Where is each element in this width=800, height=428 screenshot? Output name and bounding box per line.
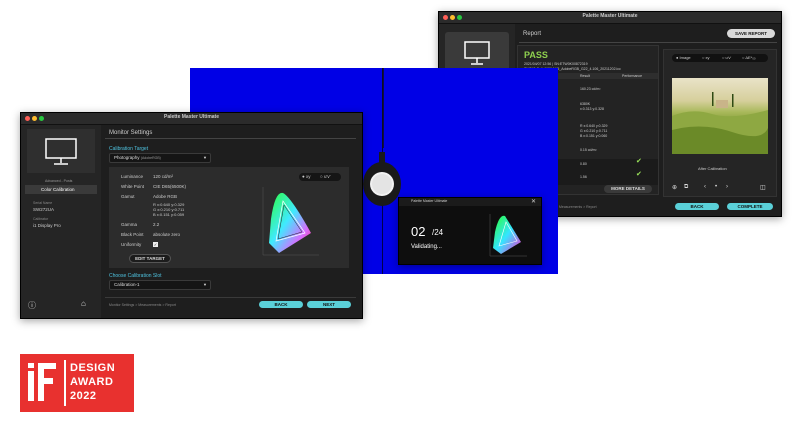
- report-header: Report: [523, 31, 542, 37]
- home-icon[interactable]: ⌂: [81, 299, 86, 308]
- info-icon[interactable]: ⓘ: [28, 300, 36, 311]
- colorimeter-device-icon: [362, 148, 402, 208]
- white-point-label: White Point: [121, 184, 145, 189]
- uniformity-label: Uniformity: [121, 242, 142, 247]
- gamut-label: Gamut: [121, 194, 135, 199]
- divider: [519, 42, 777, 43]
- tab-uv[interactable]: ○ u'v': [722, 55, 731, 60]
- award-line-3: 2022: [70, 390, 97, 402]
- mini-gamut-chart: [489, 214, 527, 257]
- luminance-label: Luminance: [121, 174, 144, 179]
- progress-current: 02: [411, 224, 426, 239]
- window-title: Palette Master Ultimate: [163, 114, 220, 120]
- monitor-thumb: [27, 129, 95, 173]
- split-view-icon[interactable]: ◫: [760, 184, 766, 191]
- calibration-target-select[interactable]: Photography (AdobeRGB) ▼: [109, 153, 211, 163]
- cie-gamut-diagram: [262, 187, 319, 256]
- validation-window: Palette Master Ultimate ✕ 02 /24 Validat…: [398, 197, 542, 265]
- if-logo-mark: iF: [26, 360, 60, 406]
- row-gamut-r: R x:0.640 y:0.329: [580, 124, 608, 128]
- target-details-panel: Luminance 120 cd/m² White Point CIE D65(…: [109, 167, 349, 268]
- award-line-2: AWARD: [70, 376, 114, 388]
- compare-icon[interactable]: ⧉: [684, 184, 688, 191]
- landscape-image: [672, 78, 768, 154]
- monitor-icon: [45, 138, 77, 165]
- window-title: Palette Master Ultimate: [582, 13, 638, 19]
- complete-button[interactable]: COMPLETE: [727, 203, 773, 210]
- after-calibration-label: After Calibration: [698, 166, 727, 171]
- chevron-down-icon: ▼: [203, 282, 207, 287]
- titlebar: Palette Master Ultimate: [21, 113, 362, 125]
- tab-delta-e[interactable]: ○ ΔE*₀₀: [742, 55, 756, 60]
- validating-status: Validating...: [411, 244, 442, 250]
- col-performance: Performance: [622, 74, 643, 78]
- breadcrumb: Monitor Settings > Measurements > Report: [109, 303, 176, 307]
- calibration-target-label: Calibration Target: [109, 146, 149, 152]
- preview-panel: ● Image ○ xy ○ u'v' ○ ΔE*₀₀ After Calibr…: [663, 49, 777, 197]
- breadcrumb: Measurements > Report: [559, 205, 597, 209]
- calibration-slot-label: Choose Calibration Slot: [109, 273, 162, 279]
- sidebar-subtitle: Advanced - Posts: [45, 179, 73, 183]
- page-dot-icon: •: [715, 184, 718, 190]
- tab-xy[interactable]: ○ xy: [702, 55, 710, 60]
- black-point-value: absolute zero: [153, 232, 181, 237]
- gamma-label: Gamma: [121, 222, 138, 227]
- more-details-button[interactable]: MORE DETAILS: [604, 185, 652, 193]
- calibration-slot-select[interactable]: Calibration-1 ▼: [109, 280, 211, 290]
- titlebar: Palette Master Ultimate: [439, 12, 781, 24]
- luminance-value: 120 cd/m²: [153, 174, 174, 179]
- popup-title: Palette Master Ultimate: [411, 199, 448, 203]
- row-white-b: x:0.313 y:0.328: [580, 107, 604, 111]
- pass-check-icon-1: ✔: [636, 158, 642, 165]
- info-line-1: 2021/04/07 12:56 | SN:ETW0K00872319: [524, 62, 588, 66]
- sidebar: Advanced - Posts Color Calibration Seria…: [21, 125, 101, 318]
- sidebar-item-label: Color Calibration: [41, 187, 75, 192]
- model-label: Serial Name: [33, 201, 53, 205]
- gamut-value: Adobe RGB: [153, 194, 178, 199]
- black-point-label: Black Point: [121, 232, 144, 237]
- gamma-value: 2.2: [153, 222, 160, 227]
- row-white-a: 6380K: [580, 102, 591, 106]
- pass-label: PASS: [524, 50, 548, 60]
- page-title: Monitor Settings: [109, 130, 153, 136]
- back-button[interactable]: BACK: [259, 301, 303, 308]
- progress-total: /24: [432, 228, 444, 237]
- white-point-value: CIE D65(6500K): [153, 184, 187, 189]
- model-value: SW272UA: [33, 207, 55, 212]
- row-black: 0.15 cd/m²: [580, 148, 597, 152]
- calibrator-label: Calibrator: [33, 217, 49, 221]
- divider: [105, 138, 356, 139]
- back-button[interactable]: BACK: [675, 203, 719, 210]
- zoom-in-icon[interactable]: ⊕: [672, 184, 677, 191]
- col-result: Result: [580, 74, 590, 78]
- prev-arrow-icon[interactable]: ‹: [704, 184, 706, 190]
- row-gamut-g: G x:0.210 y:0.711: [580, 129, 608, 133]
- row-gamut-b: B x:0.151 y:0.060: [580, 134, 608, 138]
- edit-target-button[interactable]: EDIT TARGET: [129, 254, 171, 263]
- row-de-1: 0.80: [580, 162, 587, 166]
- row-luminance: 160.23 cd/m²: [580, 87, 601, 91]
- toggle-uv[interactable]: ○ u'v': [320, 174, 330, 179]
- award-line-1: DESIGN: [70, 362, 116, 374]
- row-de-2: 1.56: [580, 175, 587, 179]
- gamut-b: B x:0.151 y:0.059: [153, 212, 185, 217]
- toggle-xy[interactable]: ● xy: [302, 174, 310, 179]
- next-arrow-icon[interactable]: ›: [726, 184, 728, 190]
- calibrator-value: i1 Display Pro: [33, 223, 61, 228]
- chevron-down-icon: ▼: [203, 155, 207, 160]
- tab-image[interactable]: ● Image: [676, 55, 691, 60]
- save-report-button[interactable]: SAVE REPORT: [727, 29, 775, 38]
- footer-divider: [105, 297, 356, 298]
- award-divider: [64, 360, 66, 406]
- if-design-award-logo: iF DESIGN AWARD 2022: [20, 354, 134, 412]
- close-icon[interactable]: ✕: [531, 198, 536, 205]
- next-button[interactable]: NEXT: [307, 301, 351, 308]
- calibration-window: Palette Master Ultimate Advanced - Posts…: [20, 112, 363, 319]
- uniformity-checkbox[interactable]: ✓: [153, 242, 158, 247]
- pass-check-icon-2: ✔: [636, 171, 642, 178]
